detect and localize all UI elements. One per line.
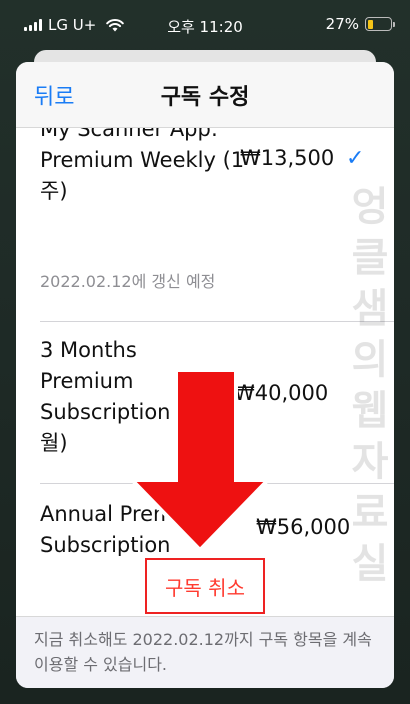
option-price: ₩56,000 xyxy=(256,515,351,539)
renewal-date: 2022.02.12에 갱신 예정 xyxy=(40,272,216,291)
battery-percent: 27% xyxy=(325,15,359,33)
status-right: 27% xyxy=(325,15,395,33)
option-name: My Scanner App: Premium Weekly (1주) xyxy=(40,128,245,203)
subscription-option-weekly[interactable]: My Scanner App: Premium Weekly (1주) ₩13,… xyxy=(16,128,394,321)
option-price: ₩13,500 xyxy=(240,146,335,170)
page-title: 구독 수정 xyxy=(160,85,250,110)
cancel-section: 구독 취소 xyxy=(16,556,394,616)
navigation-bar: 뒤로 구독 수정 xyxy=(16,62,394,128)
checkmark-icon: ✓ xyxy=(346,146,365,171)
battery-icon xyxy=(365,17,395,31)
battery-fill xyxy=(367,19,374,29)
status-bar: LG U+ 오후 11:20 27% xyxy=(0,0,410,50)
cancel-subscription-button[interactable]: 구독 취소 xyxy=(145,558,265,614)
cancellation-note: 지금 취소해도 2022.02.12까지 구독 항목을 계속 이용할 수 있습니… xyxy=(16,616,394,688)
down-arrow-annotation xyxy=(130,370,270,552)
cancel-subscription-label: 구독 취소 xyxy=(165,575,245,600)
